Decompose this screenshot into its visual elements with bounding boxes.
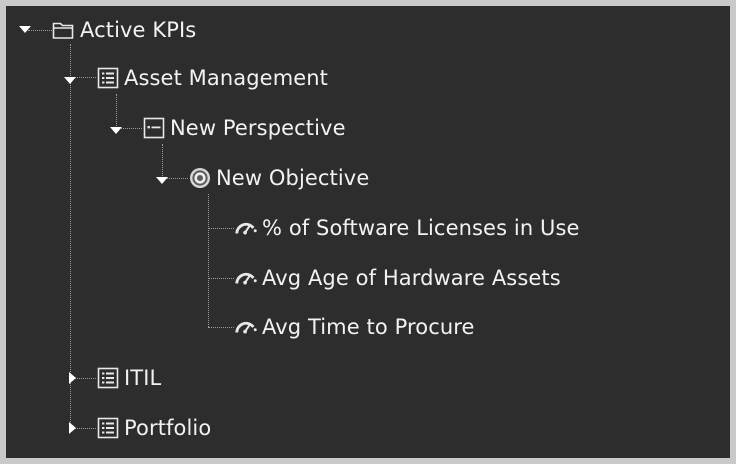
gauge-icon bbox=[234, 266, 258, 290]
tree-node-kpi[interactable]: % of Software Licenses in Use bbox=[234, 211, 580, 245]
tree-connector bbox=[208, 278, 234, 279]
expand-toggle-portfolio[interactable] bbox=[66, 421, 80, 435]
tree-node-label: New Perspective bbox=[170, 116, 346, 140]
tree-connector bbox=[208, 194, 209, 327]
tree-node-label: ITIL bbox=[124, 366, 162, 390]
scorecard-list-icon bbox=[96, 66, 120, 90]
tree-node-active-kpis[interactable]: Active KPIs bbox=[52, 13, 196, 47]
objective-target-icon bbox=[188, 166, 212, 190]
folder-open-icon bbox=[52, 18, 76, 42]
expand-toggle-new-objective[interactable] bbox=[155, 174, 169, 188]
tree-node-asset-management[interactable]: Asset Management bbox=[96, 61, 328, 95]
tree-node-kpi[interactable]: Avg Time to Procure bbox=[234, 310, 475, 344]
tree-connector bbox=[208, 327, 234, 328]
tree-node-new-objective[interactable]: New Objective bbox=[188, 161, 369, 195]
tree-node-label: Asset Management bbox=[124, 66, 329, 90]
gauge-icon bbox=[234, 216, 258, 240]
expand-toggle-asset-management[interactable] bbox=[63, 74, 77, 88]
tree-node-portfolio[interactable]: Portfolio bbox=[96, 411, 211, 445]
tree-connector bbox=[162, 144, 163, 178]
expand-toggle-itil[interactable] bbox=[66, 371, 80, 385]
scorecard-list-icon bbox=[96, 416, 120, 440]
gauge-icon bbox=[234, 315, 258, 339]
tree-node-itil[interactable]: ITIL bbox=[96, 361, 161, 395]
tree-node-label: Active KPIs bbox=[80, 18, 197, 42]
expand-toggle-new-perspective[interactable] bbox=[109, 124, 123, 138]
expand-toggle-active-kpis[interactable] bbox=[18, 23, 32, 37]
tree-node-label: % of Software Licenses in Use bbox=[262, 216, 580, 240]
tree-node-kpi[interactable]: Avg Age of Hardware Assets bbox=[234, 261, 561, 295]
tree-node-label: New Objective bbox=[216, 166, 370, 190]
tree-connector bbox=[208, 228, 234, 229]
scorecard-list-icon bbox=[96, 366, 120, 390]
tree-connector bbox=[116, 94, 117, 128]
tree-node-label: Avg Age of Hardware Assets bbox=[262, 266, 561, 290]
tree-node-label: Avg Time to Procure bbox=[262, 315, 475, 339]
perspective-icon bbox=[142, 116, 166, 140]
kpi-tree-panel: Active KPIs Asset Management New Perspec… bbox=[6, 6, 730, 458]
tree-node-label: Portfolio bbox=[124, 416, 212, 440]
tree-node-new-perspective[interactable]: New Perspective bbox=[142, 111, 346, 145]
